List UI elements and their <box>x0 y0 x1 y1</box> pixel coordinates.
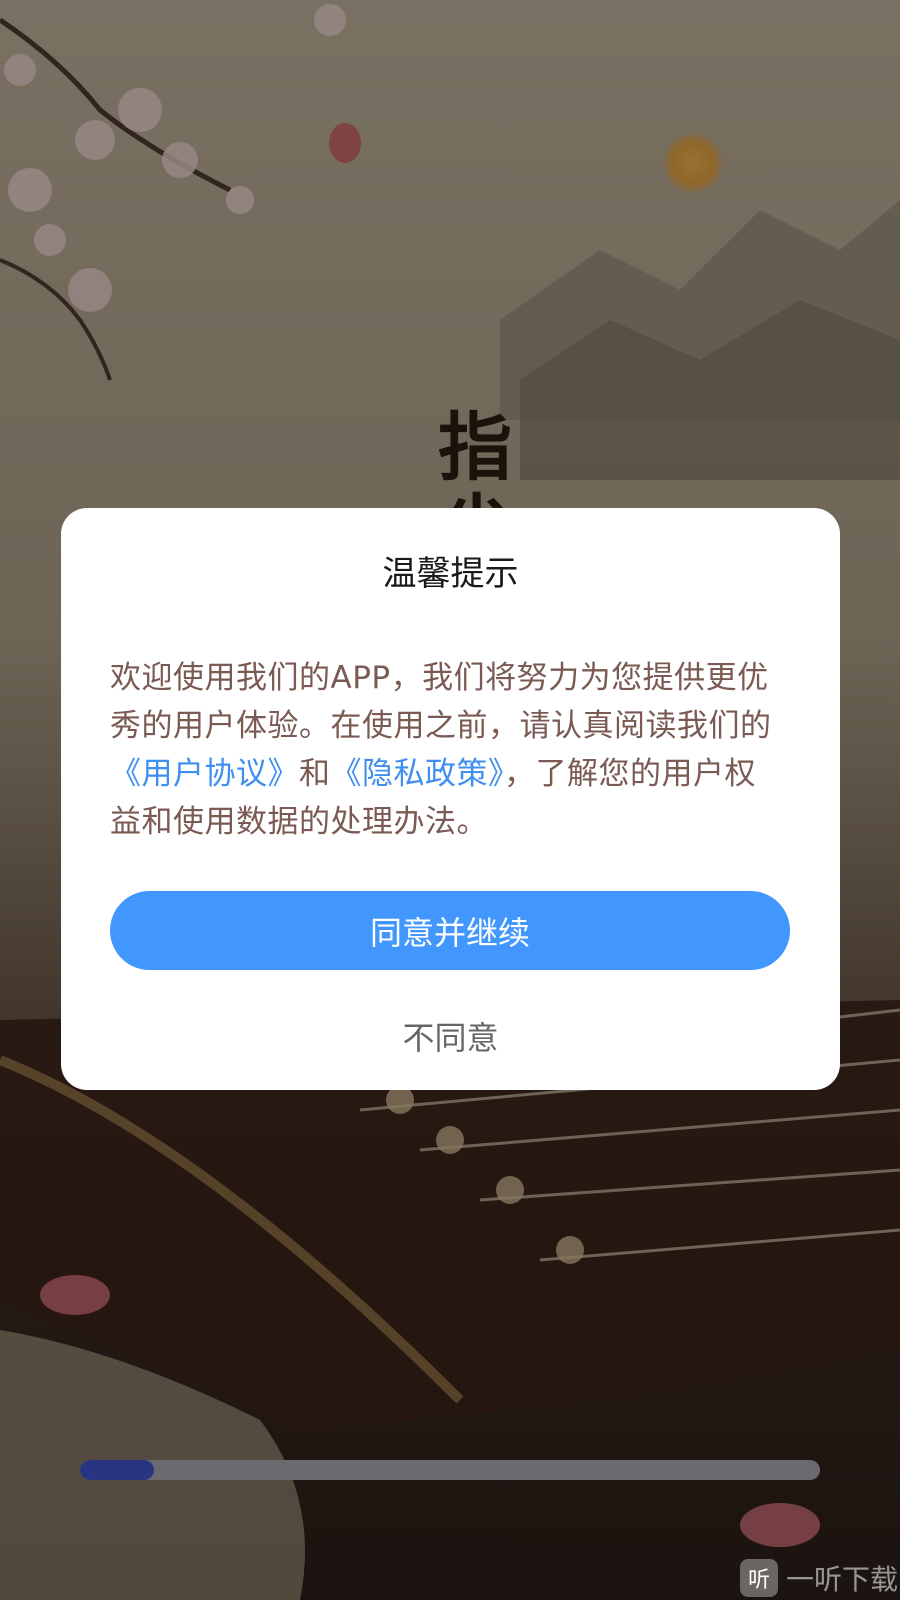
disagree-button[interactable]: 不同意 <box>61 1013 840 1059</box>
message-text-and: 和 <box>299 756 331 792</box>
watermark: 听 一听下载 <box>740 1558 898 1598</box>
watermark-logo-icon: 听 <box>740 1559 778 1597</box>
message-text-1: 欢迎使用我们的APP，我们将努力为您提供更优秀的用户体验。在使用之前，请认真阅读… <box>110 660 772 744</box>
progress-fill <box>80 1460 154 1480</box>
dialog-message: 欢迎使用我们的APP，我们将努力为您提供更优秀的用户体验。在使用之前，请认真阅读… <box>110 654 784 846</box>
privacy-policy-link[interactable]: 《隐私政策》 <box>331 756 505 792</box>
watermark-text: 一听下载 <box>786 1563 899 1596</box>
loading-progress-bar <box>80 1460 820 1480</box>
user-agreement-link[interactable]: 《用户协议》 <box>110 756 299 792</box>
privacy-dialog: 温馨提示 欢迎使用我们的APP，我们将努力为您提供更优秀的用户体验。在使用之前，… <box>61 508 840 1090</box>
agree-continue-button[interactable]: 同意并继续 <box>110 891 790 970</box>
dialog-title: 温馨提示 <box>382 554 519 594</box>
